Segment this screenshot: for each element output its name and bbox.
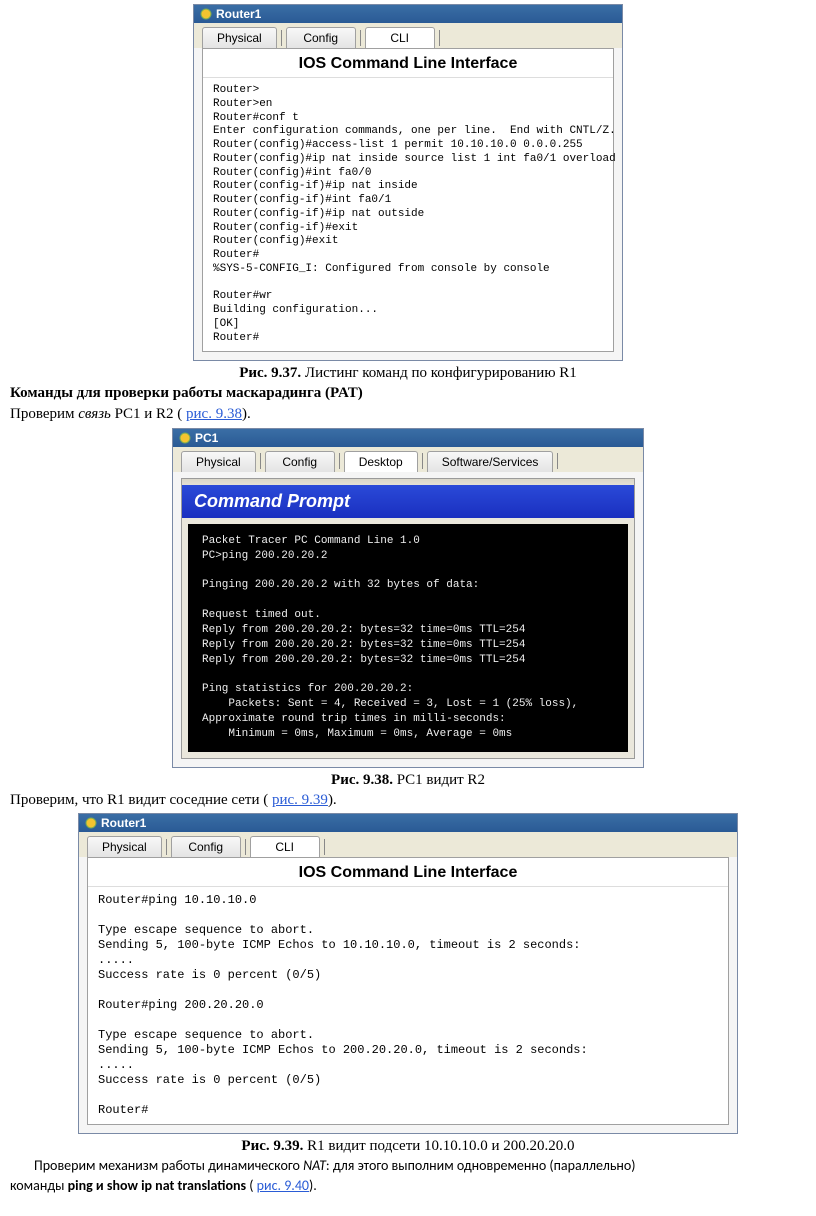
tab-physical[interactable]: Physical	[202, 27, 277, 48]
text-fragment: ).	[309, 1177, 317, 1194]
command-name: ping	[68, 1177, 93, 1194]
window-title: PC1	[195, 431, 218, 445]
tabs-row: Physical Config Desktop Software/Service…	[173, 447, 643, 472]
tab-config[interactable]: Config	[265, 451, 335, 472]
link-fig-939[interactable]: рис. 9.39	[272, 792, 328, 808]
text-fragment: PC1 и R2 (	[111, 406, 186, 422]
figure-caption-text: PC1 видит R2	[397, 772, 485, 788]
tabs-row: Physical Config CLI	[79, 832, 737, 857]
emphasized-word: связь	[78, 406, 111, 422]
tab-separator	[324, 839, 325, 855]
desktop-pane: Command Prompt Packet Tracer PC Command …	[181, 478, 635, 759]
cli-pane-title: IOS Command Line Interface	[88, 858, 728, 887]
router1-window-939: Router1 Physical Config CLI IOS Command …	[78, 813, 738, 1134]
figure-938-wrap: PC1 Physical Config Desktop Software/Ser…	[0, 428, 816, 768]
tab-separator	[245, 839, 246, 855]
pc1-window-938: PC1 Physical Config Desktop Software/Ser…	[172, 428, 644, 768]
paragraph-check-r1-networks: Проверим, что R1 видит соседние сети ( р…	[10, 791, 806, 810]
link-fig-938[interactable]: рис. 9.38	[186, 406, 242, 422]
cli-pane: IOS Command Line Interface Router#ping 1…	[87, 857, 729, 1125]
text-fragment: Проверим механизм работы динамического	[34, 1157, 303, 1174]
command-prompt-header: Command Prompt	[182, 485, 634, 518]
tab-cli[interactable]: CLI	[365, 27, 435, 48]
cli-pane-title: IOS Command Line Interface	[203, 49, 613, 78]
text-fragment: ).	[242, 406, 251, 422]
figure-caption-text: R1 видит подсети 10.10.10.0 и 200.20.20.…	[307, 1138, 574, 1154]
tabs-row: Physical Config CLI	[194, 23, 622, 48]
section-heading-pat: Команды для проверки работы маскарадинга…	[10, 384, 806, 403]
text-fragment: : для этого выполним одновременно (парал…	[326, 1157, 636, 1174]
tab-separator	[360, 30, 361, 46]
figure-label: Рис. 9.38.	[331, 772, 393, 788]
cli-output[interactable]: Router> Router>en Router#conf t Enter co…	[203, 78, 613, 351]
tab-separator	[339, 453, 340, 469]
figure-938-caption: Рис. 9.38. PC1 видит R2	[0, 772, 816, 789]
window-title: Router1	[216, 7, 261, 21]
figure-937-caption: Рис. 9.37. Листинг команд по конфигуриро…	[0, 365, 816, 382]
cli-pane: IOS Command Line Interface Router> Route…	[202, 48, 614, 352]
app-icon	[200, 8, 212, 20]
tab-separator	[166, 839, 167, 855]
window-titlebar: Router1	[194, 5, 622, 23]
figure-label: Рис. 9.39.	[241, 1138, 303, 1154]
figure-label: Рис. 9.37.	[239, 365, 301, 381]
tab-physical[interactable]: Physical	[181, 451, 256, 472]
tab-separator	[260, 453, 261, 469]
paragraph-check-link-pc1-r2: Проверим связь PC1 и R2 ( рис. 9.38).	[10, 405, 806, 424]
figure-937-wrap: Router1 Physical Config CLI IOS Command …	[0, 4, 816, 361]
tab-separator	[439, 30, 440, 46]
app-icon	[179, 432, 191, 444]
tab-separator	[557, 453, 558, 469]
text-fragment: Проверим, что R1 видит соседние сети (	[10, 792, 272, 808]
tab-config[interactable]: Config	[286, 27, 356, 48]
tab-separator	[281, 30, 282, 46]
tab-physical[interactable]: Physical	[87, 836, 162, 857]
window-titlebar: PC1	[173, 429, 643, 447]
emphasized-word: NAT	[303, 1157, 326, 1174]
link-fig-940[interactable]: рис. 9.40	[257, 1177, 309, 1194]
tab-config[interactable]: Config	[171, 836, 241, 857]
paragraph-nat-commands: команды ping и show ip nat translations …	[10, 1177, 806, 1195]
router1-window-937: Router1 Physical Config CLI IOS Command …	[193, 4, 623, 361]
window-titlebar: Router1	[79, 814, 737, 832]
text-fragment: и	[93, 1177, 107, 1194]
tab-cli[interactable]: CLI	[250, 836, 320, 857]
command-prompt-output[interactable]: Packet Tracer PC Command Line 1.0 PC>pin…	[188, 524, 628, 752]
figure-939-caption: Рис. 9.39. R1 видит подсети 10.10.10.0 и…	[0, 1138, 816, 1155]
figure-939-wrap: Router1 Physical Config CLI IOS Command …	[0, 813, 816, 1134]
cli-output[interactable]: Router#ping 10.10.10.0 Type escape seque…	[88, 887, 728, 1124]
app-icon	[85, 817, 97, 829]
tab-separator	[422, 453, 423, 469]
text-fragment: Проверим	[10, 406, 78, 422]
figure-caption-text: Листинг команд по конфигурированию R1	[305, 365, 577, 381]
paragraph-nat-mechanism: Проверим механизм работы динамического N…	[10, 1157, 806, 1175]
tab-software-services[interactable]: Software/Services	[427, 451, 554, 472]
tab-desktop[interactable]: Desktop	[344, 451, 418, 472]
text-fragment: команды	[10, 1177, 68, 1194]
window-title: Router1	[101, 816, 146, 830]
text-fragment: (	[246, 1177, 257, 1194]
command-name: show ip nat translations	[107, 1177, 246, 1194]
text-fragment: ).	[328, 792, 337, 808]
document-page: Router1 Physical Config CLI IOS Command …	[0, 4, 816, 1216]
